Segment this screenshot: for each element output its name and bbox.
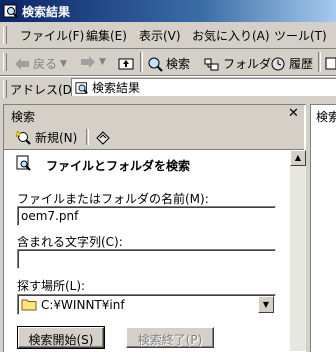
menu-favorites[interactable]: お気に入り(A) [192, 27, 270, 44]
address-value: 検索結果 [92, 81, 141, 95]
stop-search-button[interactable]: 検索終了(P) [126, 327, 214, 348]
history-label: 履歴 [289, 57, 314, 71]
name-label: ファイルまたはフォルダの名前(M): [17, 192, 209, 206]
history-icon [270, 56, 286, 72]
pane-separator [86, 129, 89, 145]
name-input[interactable]: oem7.pnf [17, 206, 276, 226]
new-search-button[interactable]: 新規(N) [16, 129, 77, 146]
back-arrow-icon [14, 57, 30, 71]
delete-button[interactable] [324, 55, 336, 71]
toolbar-grip[interactable] [3, 53, 7, 71]
toolbar-separator [140, 52, 143, 72]
standard-toolbar: 戻る ▼ ▼ 検索 フォルダ 履歴 [0, 48, 336, 77]
menu-grip[interactable] [3, 26, 7, 44]
address-field[interactable]: 検索結果 [71, 78, 336, 96]
look-in-dropdown-button[interactable]: ▼ [258, 296, 274, 313]
address-label: アドレス(D) [10, 83, 77, 97]
search-pane-header: 検索 ✕ [4, 105, 304, 125]
close-icon[interactable]: ✕ [288, 106, 299, 121]
menu-file[interactable]: ファイル(F) [20, 27, 84, 44]
chevron-up-icon: ▲ [294, 153, 302, 162]
search-results-icon [3, 3, 19, 19]
forward-button[interactable]: ▼ [80, 55, 106, 69]
folders-button[interactable]: フォルダ [204, 55, 271, 72]
heading-search-icon [16, 155, 32, 171]
toolbar-separator [318, 52, 321, 72]
new-search-icon [16, 129, 32, 146]
menu-tools[interactable]: ツール(T) [274, 27, 327, 44]
window-title: 検索結果 [22, 5, 71, 19]
contains-input[interactable] [17, 249, 276, 269]
search-globe-icon [147, 56, 163, 72]
up-folder-icon [118, 55, 134, 71]
forward-arrow-icon [80, 55, 96, 69]
search-now-button[interactable]: 検索開始(S) [17, 326, 105, 349]
forward-dropdown-icon: ▼ [99, 57, 106, 67]
up-button[interactable] [118, 55, 134, 71]
menu-view[interactable]: 表示(V) [139, 27, 181, 44]
folders-label: フォルダ [223, 57, 272, 71]
search-button[interactable]: 検索 [147, 55, 190, 72]
new-search-label: 新規(N) [35, 131, 78, 145]
address-grip[interactable] [3, 80, 7, 98]
contains-label: 含まれる文字列(C): [17, 235, 123, 249]
history-button[interactable]: 履歴 [270, 55, 313, 72]
delete-icon [324, 55, 336, 71]
folders-icon [204, 56, 220, 72]
search-pane-title: 検索 [11, 110, 36, 124]
folder-icon [21, 298, 37, 311]
search-results-icon [75, 81, 89, 95]
chevron-down-icon: ▼ [262, 300, 270, 309]
menu-edit[interactable]: 編集(E) [86, 27, 127, 44]
search-options-icon[interactable] [95, 129, 111, 145]
look-in-value: C:¥WINNT¥inf [41, 297, 125, 312]
menu-bar: ファイル(F) 編集(E) 表示(V) お気に入り(A) ツール(T) [0, 22, 336, 49]
search-heading: ファイルとフォルダを検索 [46, 159, 191, 173]
scroll-up-button[interactable]: ▲ [290, 150, 306, 166]
look-in-label: 探す場所(L): [17, 279, 86, 293]
back-dropdown-icon: ▼ [60, 58, 67, 69]
title-bar: 検索結果 [0, 0, 336, 22]
results-pane-title: 検索 [316, 110, 336, 124]
search-pane-toolbar: 新規(N) [4, 125, 304, 150]
back-button[interactable]: 戻る ▼ [14, 55, 67, 72]
results-pane: 検索 [310, 104, 336, 352]
scrollbar[interactable] [290, 150, 306, 351]
back-label: 戻る [33, 57, 58, 71]
search-label: 検索 [166, 57, 191, 71]
look-in-select[interactable]: C:¥WINNT¥inf [17, 294, 276, 315]
